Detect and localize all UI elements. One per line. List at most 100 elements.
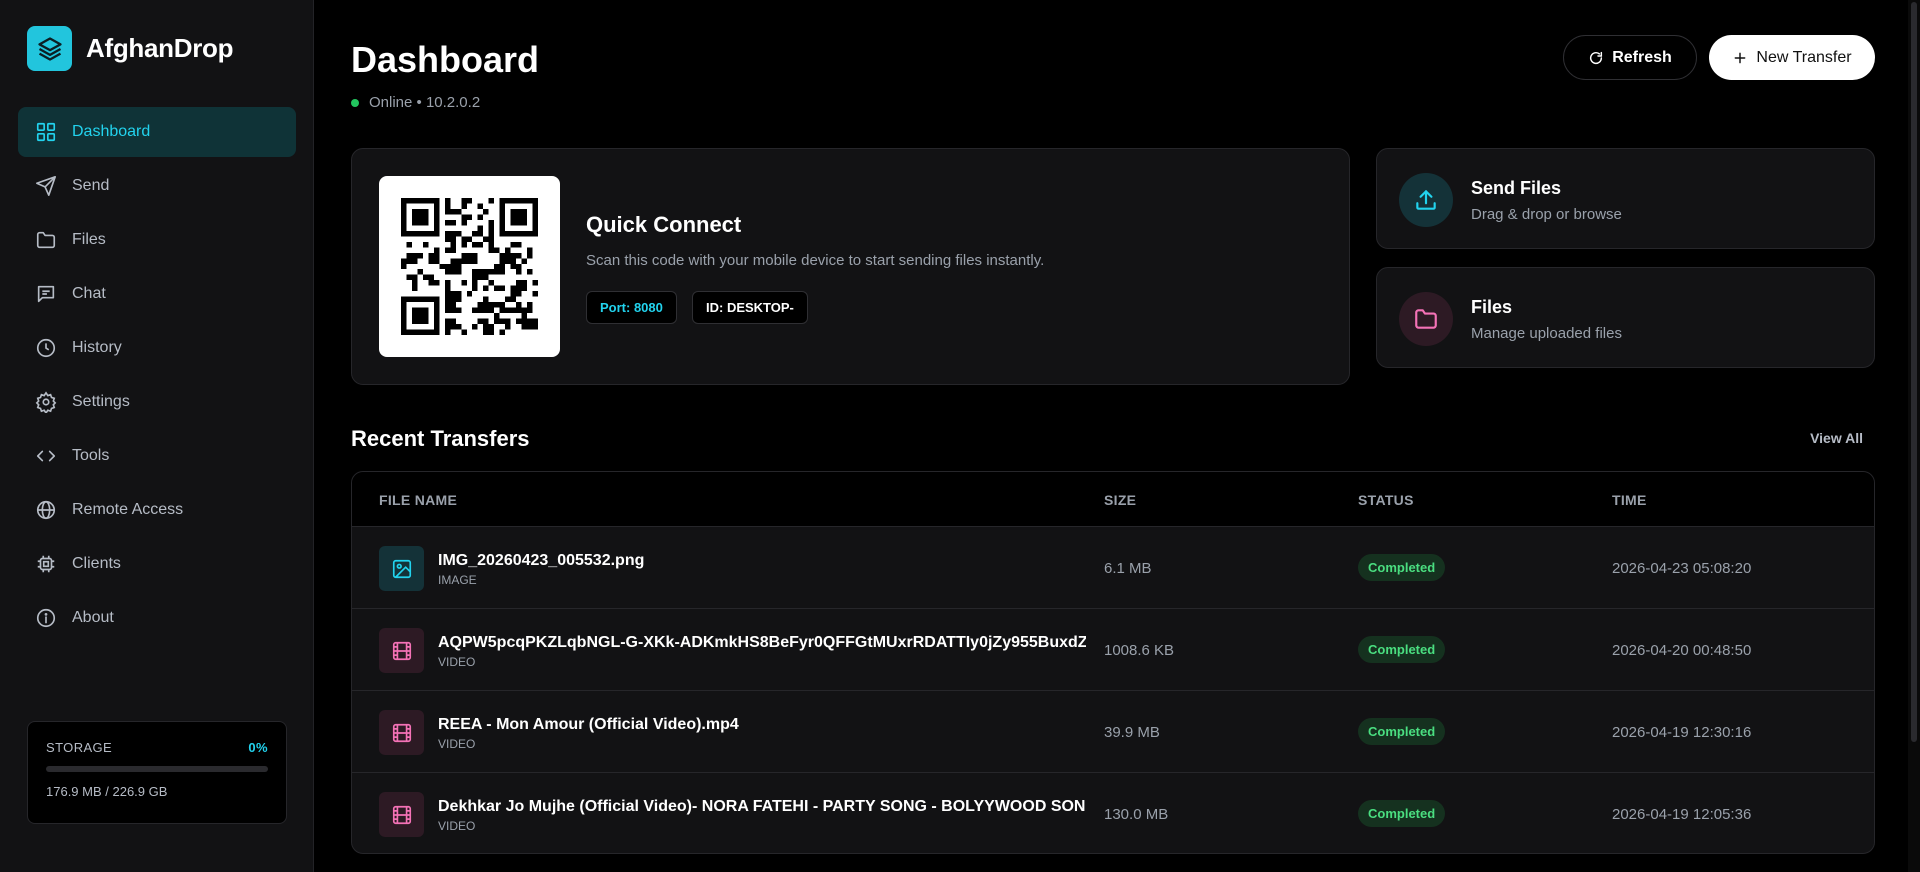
qr-module — [433, 307, 440, 314]
qr-module — [477, 274, 484, 281]
qr-module — [532, 280, 538, 286]
scrollbar-thumb[interactable] — [1911, 2, 1917, 742]
qr-module — [411, 307, 418, 314]
qr-module — [461, 198, 467, 204]
qr-module — [494, 269, 500, 275]
qr-module — [532, 198, 538, 204]
qr-module — [510, 208, 517, 215]
file-size: 130.0 MB — [1104, 806, 1169, 823]
device-id-badge: ID: DESKTOP- — [692, 291, 808, 324]
qr-module — [433, 203, 440, 209]
qr-module — [466, 291, 473, 297]
sidebar-item-settings[interactable]: Settings — [18, 377, 296, 427]
qr-module — [428, 230, 434, 237]
file-type: IMAGE — [438, 573, 477, 587]
qr-module — [433, 252, 440, 259]
file-name: REEA - Mon Amour (Official Video).mp4 — [438, 716, 739, 733]
qr-module — [472, 324, 478, 330]
sidebar-item-label: Send — [72, 177, 110, 194]
qr-module — [450, 263, 456, 270]
brand[interactable]: AfghanDrop — [27, 26, 234, 71]
qr-module — [450, 247, 456, 253]
qr-module — [510, 230, 517, 237]
qr-module — [455, 263, 462, 270]
qr-module — [477, 225, 484, 231]
sidebar-item-send[interactable]: Send — [18, 161, 296, 211]
qr-module — [466, 236, 473, 242]
column-header-size[interactable]: SIZE — [1104, 492, 1136, 508]
view-all-link[interactable]: View All — [1810, 430, 1863, 446]
sidebar-item-remote-access[interactable]: Remote Access — [18, 485, 296, 535]
qr-module — [433, 247, 440, 253]
qr-module — [417, 198, 423, 204]
sidebar-item-dashboard[interactable]: Dashboard — [18, 107, 296, 157]
qr-module — [444, 198, 451, 204]
qr-module — [494, 285, 500, 292]
grid-icon — [36, 122, 56, 142]
storage-label: STORAGE — [46, 740, 113, 755]
transfer-time: 2026-04-19 12:30:16 — [1612, 724, 1752, 741]
qr-module — [406, 198, 412, 204]
qr-module — [455, 324, 462, 330]
qr-module — [450, 291, 456, 297]
qr-module — [401, 198, 407, 204]
qr-module — [499, 263, 506, 270]
qr-module — [417, 230, 423, 237]
table-row[interactable]: Dekhkar Jo Mujhe (Official Video)- NORA … — [352, 773, 1874, 853]
qr-module — [521, 208, 528, 215]
table-row[interactable]: AQPW5pcqPKZLqbNGL-G-XKk-ADKmkHS8BeFyr0QF… — [352, 609, 1874, 691]
qr-module — [433, 313, 440, 319]
qr-module — [433, 225, 440, 231]
qr-module — [433, 219, 440, 226]
qr-module — [444, 219, 451, 226]
qr-module — [532, 208, 538, 215]
qr-module — [406, 241, 412, 248]
new-transfer-label: New Transfer — [1756, 48, 1852, 66]
files-card[interactable]: Files Manage uploaded files — [1376, 267, 1875, 368]
qr-module — [505, 258, 511, 264]
refresh-button[interactable]: Refresh — [1563, 35, 1697, 80]
qr-module — [516, 302, 522, 308]
page-scrollbar[interactable] — [1908, 0, 1920, 872]
qr-module — [488, 280, 495, 286]
qr-module — [466, 258, 473, 264]
qr-module — [411, 230, 418, 237]
qr-module — [455, 296, 462, 303]
qr-module — [433, 198, 440, 204]
qr-module — [499, 214, 506, 220]
table-row[interactable]: REEA - Mon Amour (Official Video).mp4 VI… — [352, 691, 1874, 773]
qr-module — [499, 302, 506, 308]
qr-module — [510, 285, 517, 292]
sidebar-item-files[interactable]: Files — [18, 215, 296, 265]
sidebar-item-label: Remote Access — [72, 501, 184, 518]
qr-module — [461, 258, 467, 264]
transfer-time: 2026-04-20 00:48:50 — [1612, 642, 1752, 659]
sidebar-item-chat[interactable]: Chat — [18, 269, 296, 319]
qr-module — [455, 307, 462, 314]
qr-module — [411, 252, 418, 259]
qr-module — [488, 307, 495, 314]
page-title: Dashboard — [351, 39, 540, 80]
column-header-time[interactable]: TIME — [1612, 492, 1647, 508]
qr-module — [444, 285, 451, 292]
qr-module — [401, 219, 407, 226]
status-text: Online • 10.2.0.2 — [369, 94, 481, 111]
qr-code-icon — [401, 198, 538, 335]
qr-module — [472, 274, 478, 281]
table-row[interactable]: IMG_20260423_005532.png IMAGE 6.1 MB Com… — [352, 527, 1874, 609]
send-files-card[interactable]: Send Files Drag & drop or browse — [1376, 148, 1875, 249]
sidebar-item-clients[interactable]: Clients — [18, 539, 296, 589]
qr-module — [450, 302, 456, 308]
qr-module — [499, 329, 506, 335]
file-name: IMG_20260423_005532.png — [438, 552, 645, 569]
qr-module — [527, 307, 533, 314]
sidebar-item-tools[interactable]: Tools — [18, 431, 296, 481]
new-transfer-button[interactable]: New Transfer — [1709, 35, 1875, 80]
sidebar-item-about[interactable]: About — [18, 593, 296, 643]
sidebar-item-history[interactable]: History — [18, 323, 296, 373]
column-header-status[interactable]: STATUS — [1358, 492, 1414, 508]
qr-module — [428, 329, 434, 335]
qr-module — [450, 318, 456, 325]
qr-module — [516, 291, 522, 297]
column-header-file-name[interactable]: FILE NAME — [379, 492, 457, 508]
